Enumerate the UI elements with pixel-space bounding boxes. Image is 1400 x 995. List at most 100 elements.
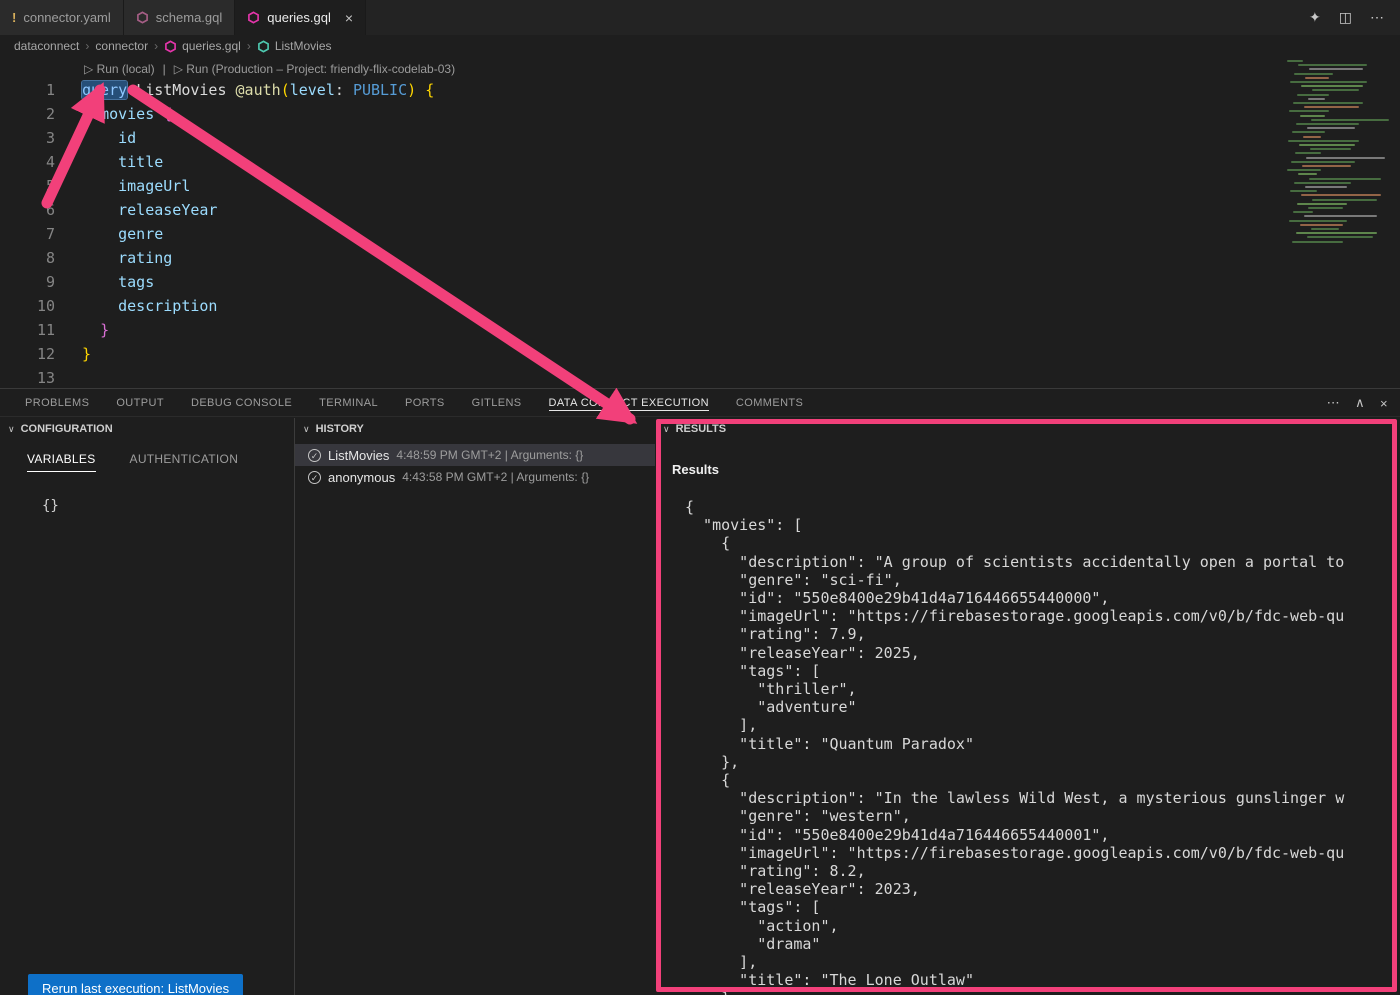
- configuration-tabs: VARIABLES AUTHENTICATION: [27, 452, 294, 472]
- check-circle-icon: ✓: [308, 449, 321, 462]
- line-number: 3: [0, 126, 55, 150]
- tab-label: connector.yaml: [23, 10, 110, 25]
- line-number: 12: [0, 342, 55, 366]
- breadcrumb-item-connector[interactable]: connector: [95, 39, 148, 53]
- rerun-button[interactable]: Rerun last execution: ListMovies: [28, 974, 243, 995]
- breadcrumb-separator: ›: [85, 39, 89, 53]
- results-header-label: RESULTS: [676, 423, 727, 435]
- code-line[interactable]: 9 tags: [0, 270, 1400, 294]
- panel-tab-gitlens[interactable]: GITLENS: [472, 389, 522, 416]
- code-line[interactable]: 2 movies {: [0, 102, 1400, 126]
- tab-schema-gql[interactable]: schema.gql: [124, 0, 235, 35]
- close-icon[interactable]: ×: [345, 10, 353, 26]
- check-circle-icon: ✓: [308, 471, 321, 484]
- panel-tab-output[interactable]: OUTPUT: [116, 389, 164, 416]
- configuration-header-label: CONFIGURATION: [21, 423, 113, 435]
- history-row[interactable]: ✓ anonymous 4:43:58 PM GMT+2 | Arguments: …: [295, 466, 655, 488]
- history-item-meta: 4:48:59 PM GMT+2 | Arguments: {}: [396, 448, 583, 462]
- codelens-run-local[interactable]: ▷ Run (local): [84, 62, 155, 76]
- minimap[interactable]: [1283, 57, 1398, 247]
- code-line[interactable]: 12}: [0, 342, 1400, 366]
- panel-tab-bar: PROBLEMS OUTPUT DEBUG CONSOLE TERMINAL PORTS…: [0, 389, 1400, 417]
- config-tab-variables[interactable]: VARIABLES: [27, 452, 96, 472]
- panel-body: ∨ CONFIGURATION VARIABLESAUTHENTICATION …: [0, 418, 1400, 995]
- editor-tabs: ! connector.yaml schema.gql queries.gql ×: [0, 0, 366, 35]
- chevron-down-icon: ∨: [303, 424, 310, 435]
- panel-actions: ⋯ ∧ ×: [1327, 389, 1388, 417]
- line-number: 10: [0, 294, 55, 318]
- code-line[interactable]: 8 rating: [0, 246, 1400, 270]
- editor: ▷ Run (local) | ▷ Run (Production – Proj…: [0, 57, 1400, 388]
- code-line[interactable]: 5 imageUrl: [0, 174, 1400, 198]
- line-number: 1: [0, 78, 55, 102]
- split-editor-icon[interactable]: ◫: [1339, 9, 1352, 26]
- panel-tab-debug-console[interactable]: DEBUG CONSOLE: [191, 389, 292, 416]
- code-line[interactable]: 13: [0, 366, 1400, 390]
- line-number: 13: [0, 366, 55, 390]
- panel-tab-problems[interactable]: PROBLEMS: [25, 389, 89, 416]
- breadcrumb-item-listmovies[interactable]: ListMovies: [257, 39, 332, 53]
- results-json[interactable]: { "movies": [ { "description": "A group …: [685, 498, 1396, 995]
- editor-actions: ✦ ◫ ⋯: [1309, 0, 1400, 35]
- results-header[interactable]: ∨ RESULTS: [655, 418, 1400, 440]
- maximize-panel-icon[interactable]: ∧: [1355, 395, 1365, 411]
- graphql-icon: [247, 11, 260, 24]
- history-item-name: ListMovies: [328, 448, 389, 463]
- history-list: ✓ ListMovies 4:48:59 PM GMT+2 | Arguments:…: [295, 444, 655, 488]
- tab-queries-gql[interactable]: queries.gql ×: [235, 0, 366, 35]
- line-number: 8: [0, 246, 55, 270]
- more-actions-icon[interactable]: ⋯: [1370, 9, 1384, 26]
- line-number: 4: [0, 150, 55, 174]
- code-line[interactable]: 4 title: [0, 150, 1400, 174]
- panel-tab-ports[interactable]: PORTS: [405, 389, 445, 416]
- close-panel-icon[interactable]: ×: [1380, 396, 1388, 411]
- codelens-divider: |: [163, 62, 166, 76]
- breadcrumb-item-dataconnect[interactable]: dataconnect: [14, 39, 79, 53]
- code-line[interactable]: 7 genre: [0, 222, 1400, 246]
- history-item-name: anonymous: [328, 470, 395, 485]
- code-line[interactable]: 3 id: [0, 126, 1400, 150]
- editor-tab-bar: ! connector.yaml schema.gql queries.gql × ✦ ◫…: [0, 0, 1400, 35]
- bottom-panel: PROBLEMS OUTPUT DEBUG CONSOLE TERMINAL PORTS…: [0, 388, 1400, 995]
- history-header-label: HISTORY: [316, 423, 364, 435]
- code-line[interactable]: 11 }: [0, 318, 1400, 342]
- configuration-header[interactable]: ∨ CONFIGURATION: [0, 418, 294, 440]
- history-item-meta: 4:43:58 PM GMT+2 | Arguments: {}: [402, 470, 589, 484]
- breadcrumb-separator: ›: [247, 39, 251, 53]
- line-number: 11: [0, 318, 55, 342]
- code-line[interactable]: 10 description: [0, 294, 1400, 318]
- config-tab-authentication[interactable]: AUTHENTICATION: [130, 452, 239, 472]
- panel-tab-data-connect-execution[interactable]: DATA CONNECT EXECUTION: [549, 389, 709, 416]
- code-line[interactable]: 6 releaseYear: [0, 198, 1400, 222]
- line-number: 7: [0, 222, 55, 246]
- graphql-icon: [164, 40, 177, 53]
- breadcrumb-label: connector: [95, 39, 148, 53]
- warning-icon: !: [12, 10, 16, 25]
- results-section: ∨ RESULTS Results { "movies": [ { "descr…: [655, 418, 1400, 995]
- tab-label: queries.gql: [267, 10, 331, 25]
- code-line[interactable]: 1query ListMovies @auth(level: PUBLIC) {: [0, 78, 1400, 102]
- panel-tabs: PROBLEMS OUTPUT DEBUG CONSOLE TERMINAL PORTS…: [25, 389, 803, 416]
- breadcrumb-label: ListMovies: [275, 39, 332, 53]
- variables-value[interactable]: {}: [42, 498, 294, 514]
- history-section: ∨ HISTORY ✓ ListMovies 4:48:59 PM GMT+2 | …: [295, 418, 655, 995]
- codelens-run-production[interactable]: ▷ Run (Production – Project: friendly-fl…: [174, 62, 455, 76]
- copilot-icon[interactable]: ✦: [1309, 9, 1321, 26]
- code-area[interactable]: 1query ListMovies @auth(level: PUBLIC) {…: [0, 78, 1400, 390]
- graphql-icon: [136, 11, 149, 24]
- breadcrumb-item-queries-gql[interactable]: queries.gql: [164, 39, 241, 53]
- line-number: 2: [0, 102, 55, 126]
- results-title: Results: [672, 462, 719, 477]
- tab-connector-yaml[interactable]: ! connector.yaml: [0, 0, 124, 35]
- tab-label: schema.gql: [156, 10, 222, 25]
- chevron-down-icon: ∨: [8, 424, 15, 435]
- vscode-window: ! connector.yaml schema.gql queries.gql × ✦ ◫…: [0, 0, 1400, 995]
- more-actions-icon[interactable]: ⋯: [1327, 395, 1340, 411]
- panel-tab-terminal[interactable]: TERMINAL: [319, 389, 378, 416]
- configuration-section: ∨ CONFIGURATION VARIABLESAUTHENTICATION …: [0, 418, 295, 995]
- symbol-query-icon: [257, 40, 270, 53]
- line-number: 5: [0, 174, 55, 198]
- history-row[interactable]: ✓ ListMovies 4:48:59 PM GMT+2 | Arguments:…: [295, 444, 655, 466]
- panel-tab-comments[interactable]: COMMENTS: [736, 389, 803, 416]
- history-header[interactable]: ∨ HISTORY: [295, 418, 655, 440]
